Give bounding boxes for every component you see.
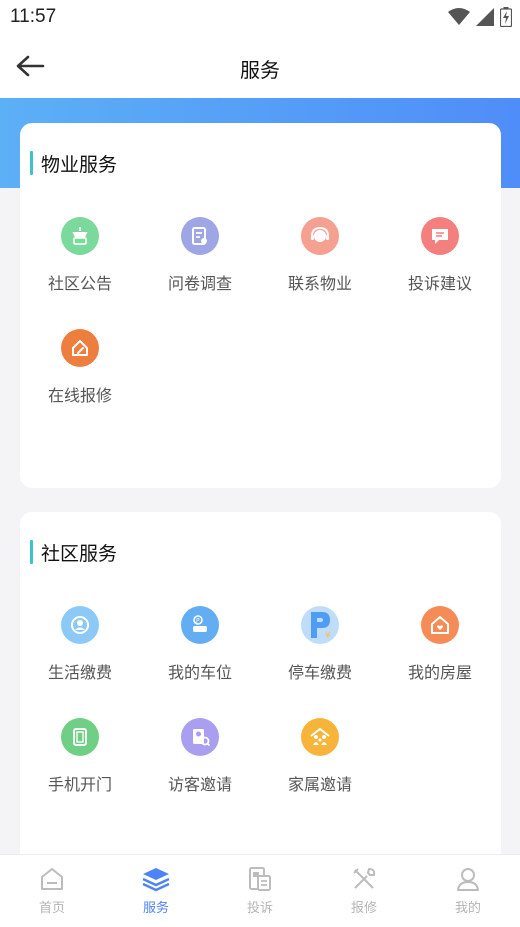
svg-text:¥: ¥ <box>325 631 331 640</box>
svg-text:P: P <box>196 618 200 625</box>
service-label: 社区公告 <box>47 274 112 293</box>
service-survey[interactable]: 问卷调查 <box>140 217 260 295</box>
service-label: 访客邀请 <box>167 775 232 794</box>
family-icon <box>301 718 339 756</box>
tools-icon <box>353 868 376 889</box>
layers-icon <box>142 868 170 892</box>
section-accent-bar <box>30 151 33 175</box>
tab-repair[interactable]: 报修 <box>312 855 416 927</box>
status-time: 11:57 <box>10 6 57 27</box>
service-my-parking[interactable]: P 我的车位 <box>140 606 260 684</box>
page-title: 服务 <box>240 58 280 82</box>
tab-label: 报修 <box>350 901 377 916</box>
signal-icon <box>476 8 494 26</box>
service-grid: 社区公告 问卷调查 联系物业 投诉建议 在线报修 <box>20 217 501 407</box>
tab-profile[interactable]: 我的 <box>416 855 520 927</box>
tab-complaint[interactable]: 投诉 <box>208 855 312 927</box>
service-family-invite[interactable]: 家属邀请 <box>260 718 380 796</box>
battery-icon <box>500 7 512 27</box>
section-title: 物业服务 <box>41 153 118 176</box>
service-label: 手机开门 <box>47 775 112 794</box>
service-label: 我的车位 <box>167 663 232 682</box>
service-label: 我的房屋 <box>407 663 472 682</box>
house-icon <box>421 606 459 644</box>
service-label: 家属邀请 <box>287 775 352 794</box>
announcement-icon <box>61 217 99 255</box>
service-label: 联系物业 <box>287 274 352 293</box>
service-announcement[interactable]: 社区公告 <box>20 217 140 295</box>
survey-icon <box>181 217 219 255</box>
community-services-card: 社区服务 生活缴费 P 我的车位 ¥ 停车缴费 我的房屋 手机开门 访客邀请 家… <box>20 512 501 872</box>
section-header: 社区服务 <box>30 539 117 565</box>
parking-fee-icon: ¥ <box>301 606 339 644</box>
section-accent-bar <box>30 540 33 564</box>
service-grid: 生活缴费 P 我的车位 ¥ 停车缴费 我的房屋 手机开门 访客邀请 家属邀请 <box>20 606 501 796</box>
customer-service-icon <box>301 217 339 255</box>
tab-services[interactable]: 服务 <box>104 855 208 927</box>
tab-label: 我的 <box>454 901 481 916</box>
section-header: 物业服务 <box>30 150 117 176</box>
complaint-icon <box>421 217 459 255</box>
service-label: 生活缴费 <box>47 663 112 682</box>
tab-label: 服务 <box>142 901 169 916</box>
payment-icon <box>61 606 99 644</box>
home-icon <box>41 868 63 890</box>
wifi-icon <box>448 8 470 25</box>
tab-label: 投诉 <box>246 901 273 916</box>
bottom-tab-bar: 首页 服务 投诉 报修 我的 <box>0 854 520 927</box>
parking-spot-icon: P <box>181 606 219 644</box>
service-my-house[interactable]: 我的房屋 <box>380 606 500 684</box>
service-contact-property[interactable]: 联系物业 <box>260 217 380 295</box>
service-visitor-invite[interactable]: 访客邀请 <box>140 718 260 796</box>
tab-home[interactable]: 首页 <box>0 855 104 927</box>
service-living-payment[interactable]: 生活缴费 <box>20 606 140 684</box>
service-label: 在线报修 <box>47 386 112 405</box>
nav-bar: 服务 <box>0 34 520 98</box>
repair-icon <box>61 329 99 367</box>
status-icons <box>448 6 512 28</box>
status-bar: 11:57 <box>0 0 520 34</box>
service-parking-fee[interactable]: ¥ 停车缴费 <box>260 606 380 684</box>
service-repair[interactable]: 在线报修 <box>20 329 140 407</box>
service-label: 停车缴费 <box>287 663 352 682</box>
service-phone-door[interactable]: 手机开门 <box>20 718 140 796</box>
property-services-card: 物业服务 社区公告 问卷调查 联系物业 投诉建议 在线报修 <box>20 123 501 488</box>
service-label: 投诉建议 <box>407 274 472 293</box>
tab-label: 首页 <box>38 901 65 916</box>
service-complaint[interactable]: 投诉建议 <box>380 217 500 295</box>
service-label: 问卷调查 <box>167 274 232 293</box>
complaint-doc-icon <box>249 867 271 891</box>
phone-door-icon <box>61 718 99 756</box>
visitor-icon <box>181 718 219 756</box>
profile-icon <box>457 868 479 891</box>
section-title: 社区服务 <box>41 542 118 565</box>
